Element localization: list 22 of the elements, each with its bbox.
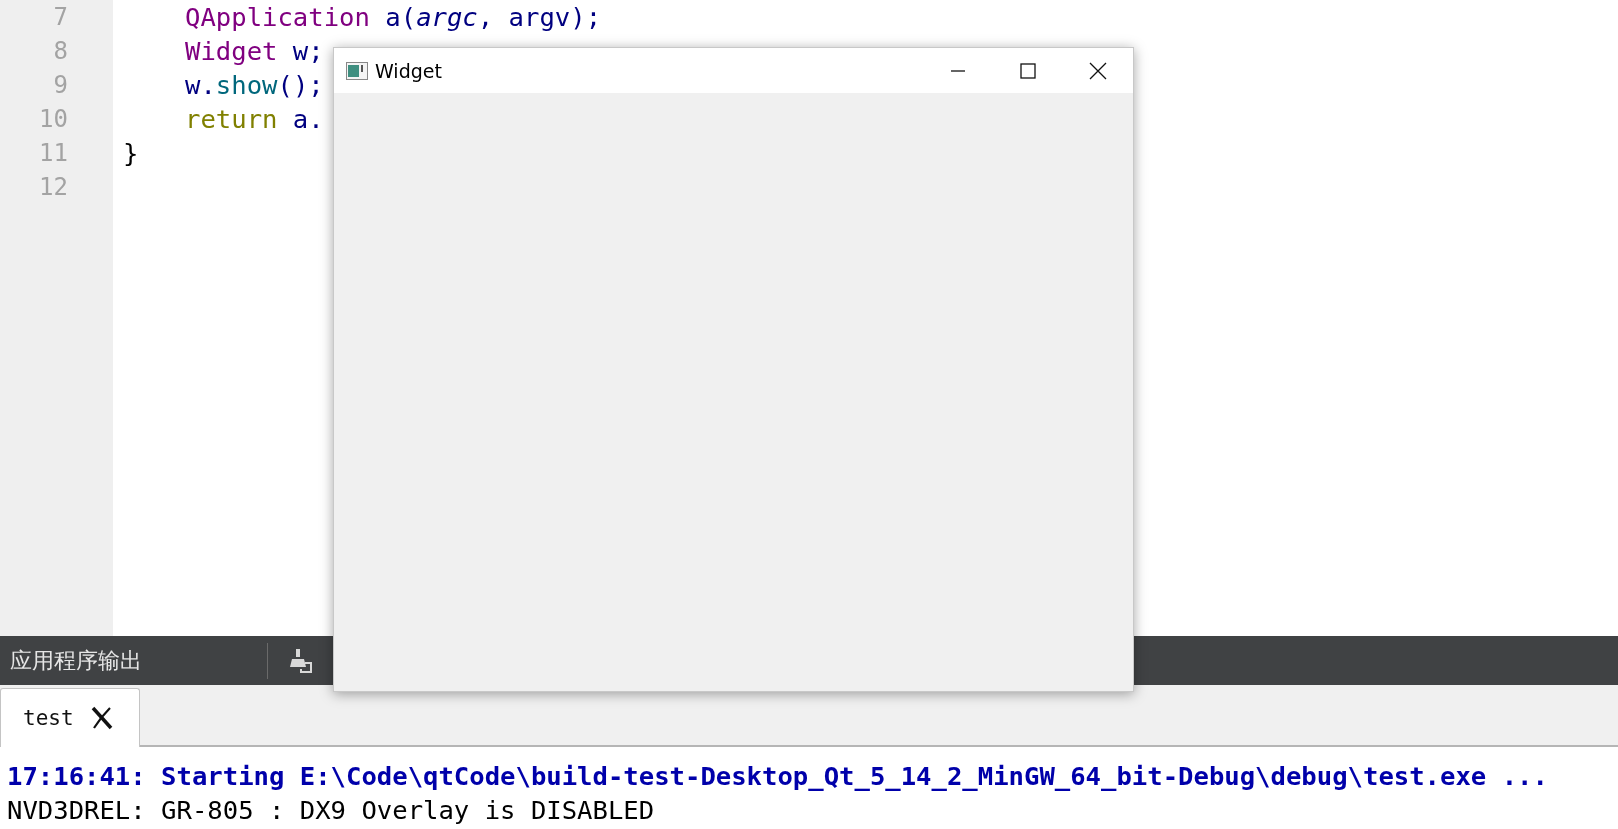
maximize-icon bbox=[1020, 62, 1036, 79]
line-number: 10 bbox=[39, 105, 68, 133]
output-tab[interactable]: test bbox=[0, 688, 140, 747]
line-number: 9 bbox=[53, 71, 68, 99]
line-number: 7 bbox=[53, 3, 68, 31]
line-number: 12 bbox=[39, 173, 68, 201]
code-line: w.show(); bbox=[185, 70, 324, 100]
line-number: 11 bbox=[39, 139, 68, 167]
code-line: QApplication a(argc, argv); bbox=[185, 2, 602, 32]
line-number: 8 bbox=[53, 37, 68, 65]
code-line: return a. bbox=[185, 104, 324, 134]
close-icon bbox=[1089, 61, 1107, 80]
pane-title: 应用程序输出 bbox=[9, 646, 143, 675]
code-line: } bbox=[123, 138, 139, 168]
broom-icon[interactable] bbox=[287, 646, 315, 675]
window-icon bbox=[346, 61, 368, 80]
minimize-icon bbox=[950, 69, 966, 72]
output-line: NVD3DREL: GR-805 : DX9 Overlay is DISABLED bbox=[7, 794, 656, 827]
code-line: Widget w; bbox=[185, 36, 324, 66]
status-message: 17:16:41: Starting E:\Code\qtCode\build-test-Desktop_Qt_5_14_2_MinGW_64_bit-Debug\debug\test.exe ... bbox=[7, 760, 1549, 793]
close-tab-icon[interactable] bbox=[89, 706, 114, 730]
window-title: Widget bbox=[375, 59, 442, 82]
